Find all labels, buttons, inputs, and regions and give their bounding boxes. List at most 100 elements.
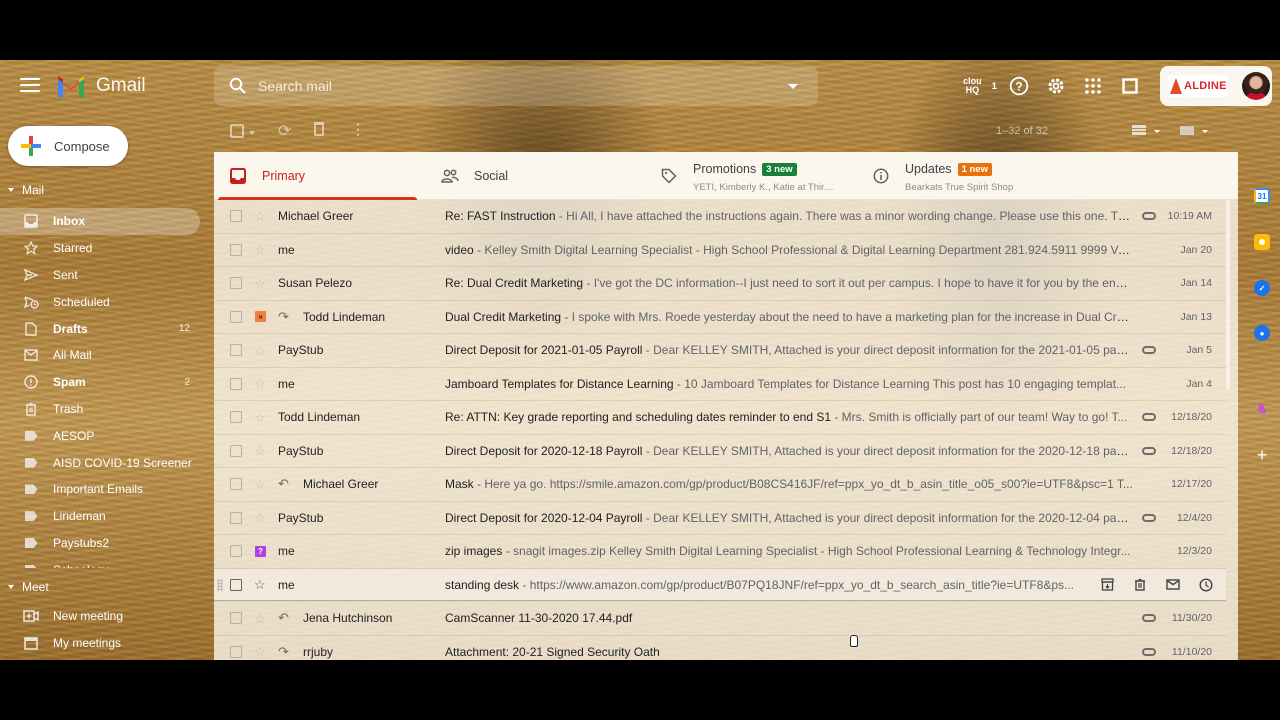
unicorn-addon-icon[interactable]: ♞ bbox=[1254, 401, 1270, 417]
star-icon[interactable]: ☆ bbox=[254, 511, 266, 524]
sidebar-item-important-emails[interactable]: Important Emails bbox=[0, 476, 210, 503]
row-checkbox[interactable] bbox=[230, 243, 242, 256]
help-icon[interactable]: ? bbox=[1005, 72, 1033, 100]
input-tools-caret-icon[interactable] bbox=[1202, 130, 1208, 133]
calendar-app-icon[interactable]: 31 bbox=[1254, 188, 1270, 204]
main-menu-icon[interactable] bbox=[18, 74, 42, 98]
mail-section-header[interactable]: Mail bbox=[0, 180, 44, 200]
tab-primary[interactable]: Primary bbox=[214, 152, 418, 200]
email-row[interactable]: ☆ Michael Greer Re: FAST Instruction - Hi … bbox=[214, 200, 1226, 234]
sidebar-item-spam[interactable]: Spam 2 bbox=[0, 369, 210, 396]
row-checkbox[interactable] bbox=[230, 511, 242, 524]
tab-social[interactable]: Social bbox=[426, 152, 634, 200]
sidebar-item-trash[interactable]: Trash bbox=[0, 396, 210, 423]
density-caret-icon[interactable] bbox=[1154, 130, 1160, 133]
add-addon-icon[interactable]: + bbox=[1254, 445, 1270, 465]
row-checkbox[interactable] bbox=[230, 277, 242, 290]
refresh-icon[interactable]: ⟳ bbox=[278, 121, 291, 141]
star-icon[interactable]: ☆ bbox=[254, 277, 266, 290]
contacts-app-icon[interactable]: ● bbox=[1254, 325, 1270, 341]
row-checkbox[interactable] bbox=[230, 210, 242, 223]
select-caret-icon[interactable] bbox=[249, 131, 255, 135]
row-checkbox[interactable] bbox=[230, 344, 242, 357]
meet-section-header[interactable]: Meet bbox=[0, 577, 49, 597]
star-icon[interactable]: ☆ bbox=[254, 243, 266, 256]
sidebar-item-aesop[interactable]: AESOP bbox=[0, 422, 210, 449]
email-row[interactable]: ☆ ↶ Michael Greer Mask - Here ya go. https:… bbox=[214, 468, 1226, 502]
search-input[interactable] bbox=[258, 78, 788, 94]
row-checkbox[interactable] bbox=[230, 645, 242, 658]
email-row[interactable]: ☆ Todd Lindeman Re: ATTN: Key grade report… bbox=[214, 401, 1226, 435]
sidebar-item-drafts[interactable]: Drafts 12 bbox=[0, 315, 210, 342]
star-icon[interactable]: ☆ bbox=[254, 210, 266, 223]
window-icon[interactable] bbox=[1116, 72, 1144, 100]
email-row[interactable]: ☆ me video - Kelley Smith Digital Learning… bbox=[214, 234, 1226, 267]
sidebar-item-new-meeting[interactable]: New meeting bbox=[0, 603, 210, 630]
received-date: Jan 20 bbox=[1180, 243, 1212, 256]
apps-icon[interactable] bbox=[1079, 72, 1107, 100]
delete-icon[interactable] bbox=[314, 122, 324, 136]
sidebar-item-paystubs2[interactable]: Paystubs2 bbox=[0, 530, 210, 557]
star-icon[interactable]: ☆ bbox=[254, 444, 266, 457]
row-checkbox[interactable] bbox=[230, 310, 242, 323]
tab-updates[interactable]: Updates 1 new Bearkats True Spirit Shop bbox=[857, 152, 1067, 200]
row-checkbox[interactable] bbox=[230, 377, 242, 390]
tasks-app-icon[interactable]: ✓ bbox=[1254, 280, 1270, 296]
snooze-icon[interactable] bbox=[1198, 577, 1214, 593]
tab-promotions[interactable]: Promotions 3 new YETI, Kimberly K., Katie… bbox=[645, 152, 853, 200]
select-all-checkbox[interactable] bbox=[230, 124, 244, 138]
row-checkbox[interactable] bbox=[230, 478, 242, 491]
row-checkbox[interactable] bbox=[230, 612, 242, 625]
email-row[interactable]: ☆ me standing desk - https://www.amazon.co… bbox=[214, 568, 1226, 602]
email-row[interactable]: ☆ me Jamboard Templates for Distance Learn… bbox=[214, 368, 1226, 401]
compose-button[interactable]: Compose bbox=[8, 126, 128, 166]
sidebar-item-sent[interactable]: Sent bbox=[0, 262, 210, 289]
star-icon[interactable]: ☆ bbox=[254, 645, 266, 658]
sidebar-item-inbox[interactable]: Inbox bbox=[0, 208, 200, 235]
mark-unread-icon[interactable] bbox=[1165, 577, 1181, 593]
search-options-caret-icon[interactable] bbox=[788, 83, 798, 89]
sidebar-item-schoology[interactable]: Schoology bbox=[0, 556, 210, 568]
input-tools-icon[interactable] bbox=[1180, 126, 1194, 135]
archive-icon[interactable] bbox=[1099, 577, 1115, 593]
star-icon[interactable]: ☆ bbox=[254, 344, 266, 357]
star-icon[interactable]: ☆ bbox=[254, 578, 266, 591]
cloudhq-badge: 1 bbox=[991, 80, 997, 92]
sidebar-item-starred[interactable]: Starred bbox=[0, 235, 210, 262]
sidebar-item-all-mail[interactable]: All Mail bbox=[0, 342, 210, 369]
email-row[interactable]: ? me zip images - snagit images.zip Kelley… bbox=[214, 535, 1226, 569]
email-row[interactable]: ☆ ↷ rrjuby Attachment: 20-21 Signed Securit… bbox=[214, 636, 1226, 661]
sidebar-item-lindeman[interactable]: Lindeman bbox=[0, 503, 210, 530]
star-icon[interactable]: ☆ bbox=[254, 377, 266, 390]
drag-handle-icon[interactable] bbox=[217, 578, 223, 591]
delete-icon[interactable] bbox=[1132, 577, 1148, 593]
message-list-scrollbar[interactable] bbox=[1226, 200, 1230, 390]
email-row[interactable]: ☆ PayStub Direct Deposit for 2020-12-18 Pa… bbox=[214, 435, 1226, 468]
importance-marker-icon[interactable]: » bbox=[255, 311, 266, 323]
more-options-icon[interactable]: ⋮ bbox=[351, 121, 365, 138]
row-checkbox[interactable] bbox=[230, 444, 242, 457]
star-icon[interactable]: ☆ bbox=[254, 478, 266, 491]
cloudhq-icon[interactable]: clou HQ 1 bbox=[963, 72, 997, 100]
settings-icon[interactable] bbox=[1042, 72, 1070, 100]
email-row[interactable]: ☆ Susan Pelezo Re: Dual Credit Marketing -… bbox=[214, 267, 1226, 301]
star-icon[interactable]: ☆ bbox=[254, 612, 266, 625]
account-switcher[interactable]: ALDINE bbox=[1160, 66, 1272, 106]
gmail-logo[interactable]: Gmail bbox=[56, 74, 146, 97]
row-checkbox[interactable] bbox=[230, 411, 242, 424]
sidebar-item-scheduled[interactable]: Scheduled bbox=[0, 288, 210, 315]
keep-app-icon[interactable] bbox=[1254, 234, 1270, 250]
avatar[interactable] bbox=[1242, 72, 1270, 100]
sidebar-item-aisd-covid-19-screener[interactable]: AISD COVID-19 Screener bbox=[0, 449, 210, 476]
email-row[interactable]: ☆ PayStub Direct Deposit for 2020-12-04 Pa… bbox=[214, 502, 1226, 535]
row-checkbox[interactable] bbox=[230, 578, 242, 591]
email-row[interactable]: ☆ ↶ Jena Hutchinson CamScanner 11-30-2020 1… bbox=[214, 602, 1226, 636]
question-marker-icon[interactable]: ? bbox=[255, 545, 266, 557]
sidebar-item-my-meetings[interactable]: My meetings bbox=[0, 630, 210, 657]
search-icon[interactable] bbox=[218, 66, 258, 106]
email-row[interactable]: ☆ PayStub Direct Deposit for 2021-01-05 Pa… bbox=[214, 334, 1226, 368]
row-checkbox[interactable] bbox=[230, 545, 242, 558]
email-row[interactable]: » ↷ Todd Lindeman Dual Credit Marketing - I… bbox=[214, 301, 1226, 334]
density-icon[interactable] bbox=[1132, 125, 1146, 135]
star-icon[interactable]: ☆ bbox=[254, 411, 266, 424]
